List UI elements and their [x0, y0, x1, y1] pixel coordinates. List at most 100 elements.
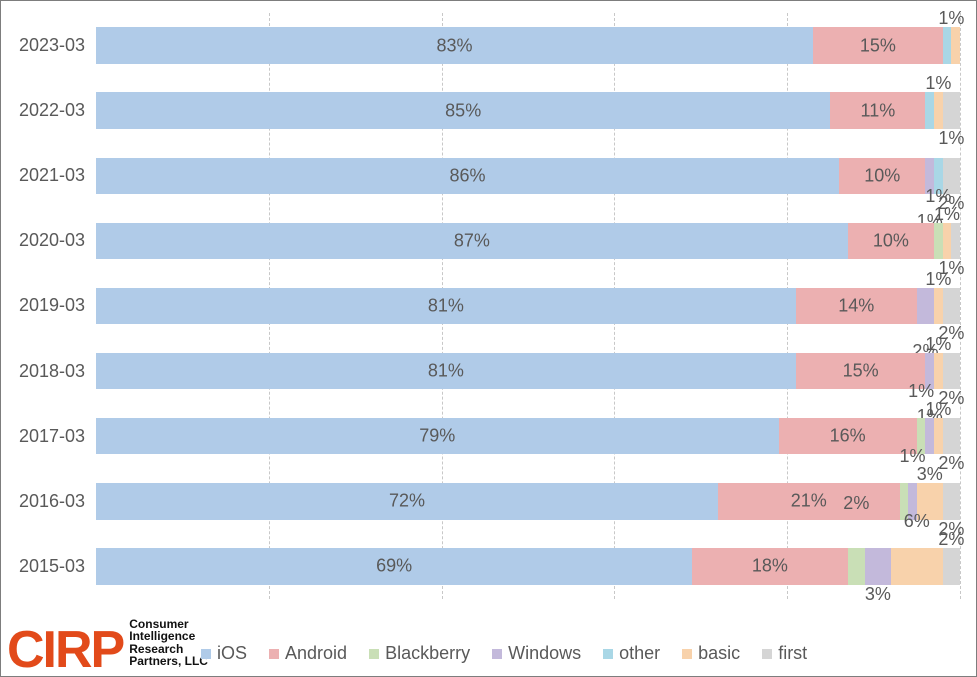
- bar-row: 79%16%1%1%2%: [96, 404, 960, 469]
- segment-android: 15%: [796, 353, 926, 389]
- segment-android: 11%: [830, 92, 925, 128]
- swatch-icon: [201, 649, 211, 659]
- bar-track: 87% 10%: [96, 223, 960, 259]
- legend-label: first: [778, 643, 807, 664]
- segment-first: [943, 418, 960, 454]
- legend-label: Windows: [508, 643, 581, 664]
- bar-row: 69%18%2%6%2%3%: [96, 534, 960, 599]
- data-label: 81%: [428, 295, 464, 316]
- segment-first: [943, 548, 960, 584]
- bar-track: 81% 15%: [96, 353, 960, 389]
- y-tick-label: 2015-03: [1, 534, 91, 599]
- data-label: 1%: [908, 382, 934, 400]
- y-tick-label: 2017-03: [1, 404, 91, 469]
- bar-track: 69% 18%: [96, 548, 960, 584]
- legend-label: Android: [285, 643, 347, 664]
- brand-line: Partners, LLC: [129, 654, 208, 668]
- data-label: 2%: [938, 530, 964, 548]
- segment-android: 18%: [692, 548, 848, 584]
- bar-track: 85% 11%: [96, 92, 960, 128]
- data-label: 16%: [830, 426, 866, 447]
- legend-label: iOS: [217, 643, 247, 664]
- segment-basic: [934, 353, 943, 389]
- swatch-icon: [369, 649, 379, 659]
- segment-android: 10%: [839, 158, 925, 194]
- data-label: 15%: [843, 361, 879, 382]
- segment-ios: 87%: [96, 223, 848, 259]
- data-label: 10%: [873, 230, 909, 251]
- segment-first: [943, 483, 960, 519]
- data-label: 21%: [791, 491, 827, 512]
- segment-blackberry: [848, 548, 865, 584]
- cirp-logo-mark: CIRP: [7, 631, 123, 670]
- segment-basic: [934, 92, 943, 128]
- y-tick-label: 2018-03: [1, 339, 91, 404]
- legend-item-first: first: [762, 643, 807, 664]
- swatch-icon: [682, 649, 692, 659]
- data-label: 2%: [843, 494, 869, 512]
- data-label: 3%: [917, 465, 943, 483]
- segment-ios: 83%: [96, 27, 813, 63]
- segment-basic: [891, 548, 943, 584]
- legend-item-blackberry: Blackberry: [369, 643, 470, 664]
- bar-track: 86%10%: [96, 158, 960, 194]
- data-label: 1%: [938, 9, 964, 27]
- data-label: 15%: [860, 35, 896, 56]
- data-label: 1%: [925, 74, 951, 92]
- segment-windows: [865, 548, 891, 584]
- segment-ios: 81%: [96, 353, 796, 389]
- segment-ios: 79%: [96, 418, 779, 454]
- data-label: 1%: [899, 447, 925, 465]
- segment-basic: [934, 418, 943, 454]
- bar-row: 87%10%1%1%1%: [96, 208, 960, 273]
- bar-track: 72% 21%: [96, 483, 960, 519]
- data-label: 11%: [861, 100, 896, 121]
- data-label: 83%: [437, 35, 473, 56]
- bar-row: 81%14%1%2%2%: [96, 273, 960, 338]
- legend-item-other: other: [603, 643, 660, 664]
- data-label: 1%: [925, 270, 951, 288]
- segment-ios: 72%: [96, 483, 718, 519]
- y-tick-label: 2022-03: [1, 78, 91, 143]
- bar-track: 81% 14%: [96, 288, 960, 324]
- segment-android: 21%: [718, 483, 899, 519]
- bar-row: 81%15%1%1%2%: [96, 339, 960, 404]
- bar-track: 83% 15%: [96, 27, 960, 63]
- legend-item-ios: iOS: [201, 643, 247, 664]
- data-label: 14%: [838, 295, 874, 316]
- data-label: 81%: [428, 361, 464, 382]
- data-label: 87%: [454, 230, 490, 251]
- y-tick-label: 2023-03: [1, 13, 91, 78]
- legend-item-windows: Windows: [492, 643, 581, 664]
- data-label: 72%: [389, 491, 425, 512]
- data-label: 79%: [419, 426, 455, 447]
- bar-row: 83%15%1%: [96, 13, 960, 78]
- legend-item-android: Android: [269, 643, 347, 664]
- swatch-icon: [492, 649, 502, 659]
- segment-basic: [943, 223, 952, 259]
- segment-ios: 69%: [96, 548, 692, 584]
- data-label: 6%: [904, 512, 930, 530]
- swatch-icon: [603, 649, 613, 659]
- bar-row: 85%11%1%1%: [96, 78, 960, 143]
- legend-item-basic: basic: [682, 643, 740, 664]
- segment-android: 16%: [779, 418, 917, 454]
- data-label: 1%: [925, 335, 951, 353]
- segment-windows: [917, 288, 934, 324]
- segment-basic: [951, 27, 960, 63]
- legend-label: Blackberry: [385, 643, 470, 664]
- data-label: 18%: [752, 556, 788, 577]
- data-label: 85%: [445, 100, 481, 121]
- segment-first: [943, 288, 960, 324]
- y-tick-label: 2021-03: [1, 143, 91, 208]
- segment-windows: [925, 418, 934, 454]
- segment-other: [943, 27, 952, 63]
- bar-track: 79% 16%: [96, 418, 960, 454]
- chart-frame: 2023-03 2022-03 2021-03 2020-03 2019-03 …: [0, 0, 977, 677]
- segment-ios: 81%: [96, 288, 796, 324]
- segment-ios: 85%: [96, 92, 830, 128]
- segment-android: 14%: [796, 288, 917, 324]
- data-label: 1%: [934, 205, 960, 223]
- plot-area: 83%15%1%85%11%1%1%86%10%1%2%87%10%1%1%1%…: [96, 13, 960, 599]
- y-axis: 2023-03 2022-03 2021-03 2020-03 2019-03 …: [1, 13, 91, 599]
